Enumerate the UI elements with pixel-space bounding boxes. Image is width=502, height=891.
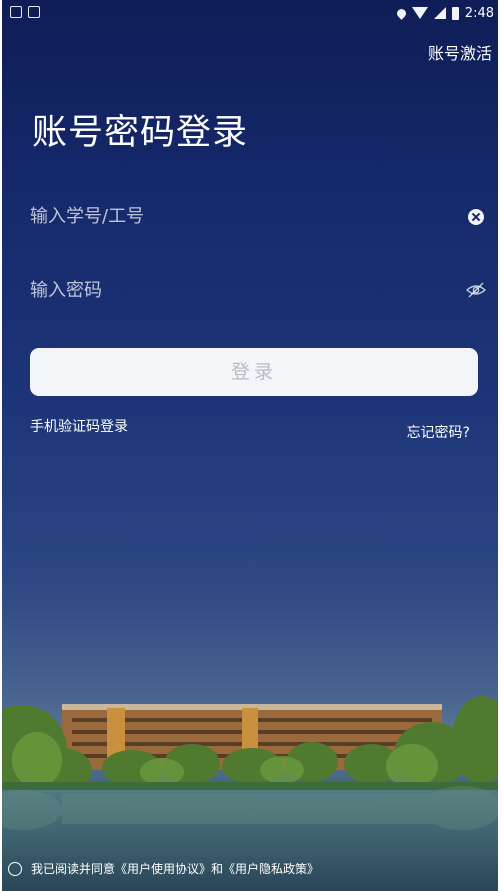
account-activate-link[interactable]: 账号激活 [428, 40, 492, 64]
username-field[interactable]: 输入学号/工号 [30, 194, 486, 238]
status-time: 2:48 [464, 5, 494, 21]
agree-radio[interactable] [8, 861, 22, 876]
location-icon [394, 6, 408, 20]
sms-login-link[interactable]: 手机验证码登录 [30, 416, 128, 436]
notification-icons [10, 4, 50, 20]
notification-icon [28, 6, 40, 18]
eye-slash-icon[interactable] [466, 282, 486, 298]
battery-icon [451, 6, 459, 20]
notification-icon [10, 6, 22, 18]
status-right: 2:48 [394, 4, 494, 22]
agreement-prefix: 我已阅读并同意 [31, 862, 116, 876]
wifi-icon [411, 7, 428, 19]
forgot-password-link[interactable]: 忘记密码? [407, 422, 470, 442]
page-title: 账号密码登录 [32, 113, 249, 153]
signal-icon [433, 7, 446, 19]
password-input[interactable]: 输入密码 [30, 276, 102, 302]
agreement-conjunction: 和 [211, 862, 224, 876]
status-bar: 2:48 [2, 0, 498, 26]
clear-icon[interactable] [468, 209, 484, 225]
username-input[interactable]: 输入学号/工号 [30, 202, 144, 228]
agreement-row: 我已阅读并同意 《用户使用协议》 和 《用户隐私政策》 [8, 860, 319, 877]
user-agreement-link[interactable]: 《用户使用协议》 [115, 860, 211, 877]
login-button[interactable]: 登录 [30, 348, 478, 396]
password-field[interactable]: 输入密码 [30, 268, 486, 312]
privacy-policy-link[interactable]: 《用户隐私政策》 [223, 860, 319, 877]
login-screen: 2:48 账号激活 账号密码登录 输入学号/工号 输入密码 登录 手机验证码登录… [2, 0, 498, 891]
